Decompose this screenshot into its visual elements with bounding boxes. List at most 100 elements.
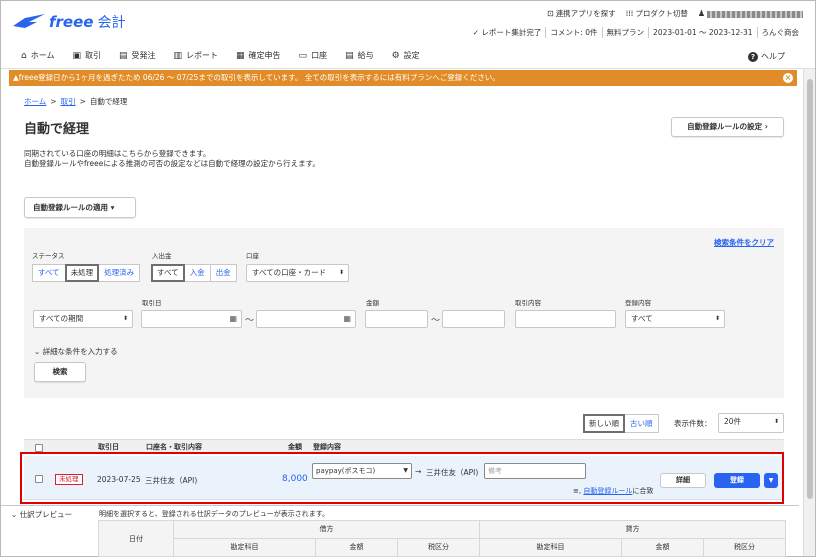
page-scrollbar[interactable] bbox=[803, 69, 815, 556]
nav-settings[interactable]: ⚙ 設定 bbox=[392, 50, 420, 61]
nav-orders[interactable]: ▤ 受発注 bbox=[119, 50, 156, 61]
table-row[interactable]: 未処理 2023-07-25 三井住友（API) 8,000 paypay(ポス… bbox=[24, 456, 784, 500]
freee-logo[interactable]: freee 会計 bbox=[11, 9, 125, 35]
chevron-right-icon: › bbox=[764, 122, 768, 131]
caret-down-icon: ▼ bbox=[768, 477, 774, 484]
rule-match: ≡, 自動登録ルールに合致 bbox=[573, 487, 654, 495]
register-options-button[interactable]: ▼ bbox=[764, 473, 778, 488]
breadcrumb-separator: > bbox=[79, 97, 86, 106]
fiscal-period[interactable]: 2023-01-01 ～ 2023-12-31 bbox=[648, 27, 756, 38]
nav-reports[interactable]: ▥ レポート bbox=[174, 50, 219, 61]
calendar-icon[interactable]: ▦ bbox=[343, 314, 351, 323]
company-name[interactable]: ろんぐ商会 bbox=[756, 27, 804, 38]
sort-newest[interactable]: 新しい順 bbox=[583, 414, 625, 433]
header-account[interactable]: 口座名・取引内容 bbox=[146, 442, 202, 452]
comment-count[interactable]: コメント: 0件 bbox=[545, 27, 601, 38]
select-arrow-icon: ⬍ bbox=[773, 418, 779, 425]
date-from-input[interactable]: ▦ bbox=[141, 310, 242, 328]
more-conditions-toggle[interactable]: ⌄ 詳細な条件を入力する bbox=[34, 346, 118, 357]
row-date: 2023-07-25 bbox=[97, 475, 141, 484]
inout-all[interactable]: すべて bbox=[151, 264, 185, 282]
report-icon: ▥ bbox=[173, 50, 183, 61]
breadcrumb-current: 自動で経理 bbox=[89, 97, 128, 106]
breadcrumb-deals[interactable]: 取引 bbox=[61, 96, 76, 107]
help-link[interactable]: ? ヘルプ bbox=[748, 51, 785, 62]
bird-logo-icon bbox=[13, 14, 45, 28]
amount-min-input[interactable] bbox=[365, 310, 428, 328]
preview-debit-tax: 税区分 bbox=[397, 538, 480, 557]
account-card-icon: ▭ bbox=[298, 50, 308, 61]
product-switch-link[interactable]: ⁞⁞⁞ プロダクト切替 bbox=[626, 8, 688, 19]
page-title: 自動で経理 bbox=[24, 122, 90, 137]
apply-rules-button[interactable]: 自動登録ルールの適用 ▾ bbox=[24, 197, 136, 218]
header-date[interactable]: 取引日 bbox=[98, 442, 119, 452]
account-select[interactable]: すべての口座・カード ⬍ bbox=[246, 264, 349, 282]
memo-input[interactable]: 備考 bbox=[484, 463, 586, 479]
range-tilde: ～ bbox=[245, 316, 255, 326]
reg-select[interactable]: すべて ⬍ bbox=[625, 310, 725, 328]
brand-name: freee bbox=[49, 13, 94, 31]
register-button[interactable]: 登録 bbox=[714, 473, 760, 488]
account-item-select[interactable]: paypay(ポスモコ) ▼ bbox=[312, 463, 412, 479]
inout-deposit[interactable]: 入金 bbox=[183, 264, 211, 282]
caret-down-icon: ▾ bbox=[110, 203, 115, 212]
calendar-icon[interactable]: ▦ bbox=[229, 314, 237, 323]
report-status: ✓ レポート集計完了 bbox=[472, 28, 542, 37]
rule-link[interactable]: 自動登録ルール bbox=[583, 487, 632, 495]
rule-settings-button[interactable]: 自動登録ルールの設定 › bbox=[671, 117, 784, 137]
select-arrow-icon: ⬍ bbox=[338, 269, 344, 276]
gear-icon: ⚙ bbox=[391, 50, 400, 61]
sort-oldest[interactable]: 古い順 bbox=[624, 414, 659, 433]
search-filter-panel: 検索条件をクリア ステータス すべて 未処理 処理済み 入出金 すべて 入金 出… bbox=[24, 228, 784, 398]
home-icon: ⌂ bbox=[21, 50, 27, 61]
count-label: 表示件数： bbox=[674, 419, 712, 428]
chevron-down-icon: ⌄ bbox=[34, 347, 41, 356]
inout-label: 入出金 bbox=[152, 252, 172, 260]
status-processed[interactable]: 処理済み bbox=[98, 264, 141, 282]
inout-segmented: すべて 入金 出金 bbox=[151, 264, 237, 282]
amount-label: 金額 bbox=[366, 299, 379, 307]
content-input[interactable] bbox=[515, 310, 616, 328]
search-button[interactable]: 検索 bbox=[34, 362, 86, 382]
status-unprocessed[interactable]: 未処理 bbox=[64, 264, 100, 282]
period-select[interactable]: すべての期間 ⬍ bbox=[33, 310, 133, 328]
status-segmented: すべて 未処理 処理済み bbox=[32, 264, 141, 282]
account-label: 口座 bbox=[246, 252, 259, 260]
user-menu[interactable]: ♟ bbox=[698, 9, 803, 18]
preview-credit-amount: 金額 bbox=[621, 538, 704, 557]
preview-debit-amount: 金額 bbox=[315, 538, 398, 557]
header-amount[interactable]: 金額 bbox=[288, 442, 302, 452]
nav-accounts[interactable]: ▭ 口座 bbox=[299, 50, 328, 61]
breadcrumb-separator: > bbox=[50, 97, 57, 106]
date-to-input[interactable]: ▦ bbox=[256, 310, 356, 328]
main-nav: ⌂ ホーム ▣ 取引 ▤ 受発注 ▥ レポート ▦ 確定申告 ▭ 口座 ▤ 給与 ⚙ 設定 ? ヘ… bbox=[1, 43, 815, 69]
select-arrow-icon: ⬍ bbox=[122, 315, 128, 322]
payroll-icon: ▤ bbox=[345, 50, 354, 61]
close-icon[interactable]: × bbox=[783, 73, 793, 83]
content-label: 取引内容 bbox=[515, 299, 541, 307]
row-description: 三井住友（API) bbox=[145, 476, 198, 485]
app-store-icon: ⊡ bbox=[546, 9, 554, 18]
nav-tax-return[interactable]: ▦ 確定申告 bbox=[236, 50, 281, 61]
inout-withdrawal[interactable]: 出金 bbox=[209, 264, 237, 282]
clear-filter-link[interactable]: 検索条件をクリア bbox=[714, 237, 774, 248]
scrollbar-thumb[interactable] bbox=[807, 79, 813, 499]
nav-home[interactable]: ⌂ ホーム bbox=[21, 50, 54, 61]
sort-toggle: 新しい順 古い順 bbox=[583, 414, 659, 433]
detail-button[interactable]: 詳細 bbox=[660, 473, 706, 488]
preview-title[interactable]: ⌄ 仕訳プレビュー bbox=[11, 509, 72, 520]
row-checkbox[interactable] bbox=[35, 475, 43, 485]
connect-app-link[interactable]: ⊡ 連携アプリを探す bbox=[547, 8, 616, 19]
date-label: 取引日 bbox=[142, 299, 162, 307]
status-all[interactable]: すべて bbox=[32, 264, 66, 282]
breadcrumb-home[interactable]: ホーム bbox=[24, 96, 46, 107]
amount-max-input[interactable] bbox=[442, 310, 505, 328]
nav-deals[interactable]: ▣ 取引 bbox=[72, 50, 101, 61]
count-select[interactable]: 20件 ⬍ bbox=[718, 413, 784, 433]
plan-name[interactable]: 無料プラン bbox=[601, 27, 649, 38]
chevron-down-icon: ⌄ bbox=[11, 510, 18, 519]
user-icon: ♟ bbox=[697, 9, 705, 18]
table-header: 取引日 口座名・取引内容 金額 登録内容 bbox=[24, 439, 784, 453]
nav-payroll[interactable]: ▤ 給与 bbox=[345, 50, 374, 61]
status-label: ステータス bbox=[32, 252, 65, 260]
